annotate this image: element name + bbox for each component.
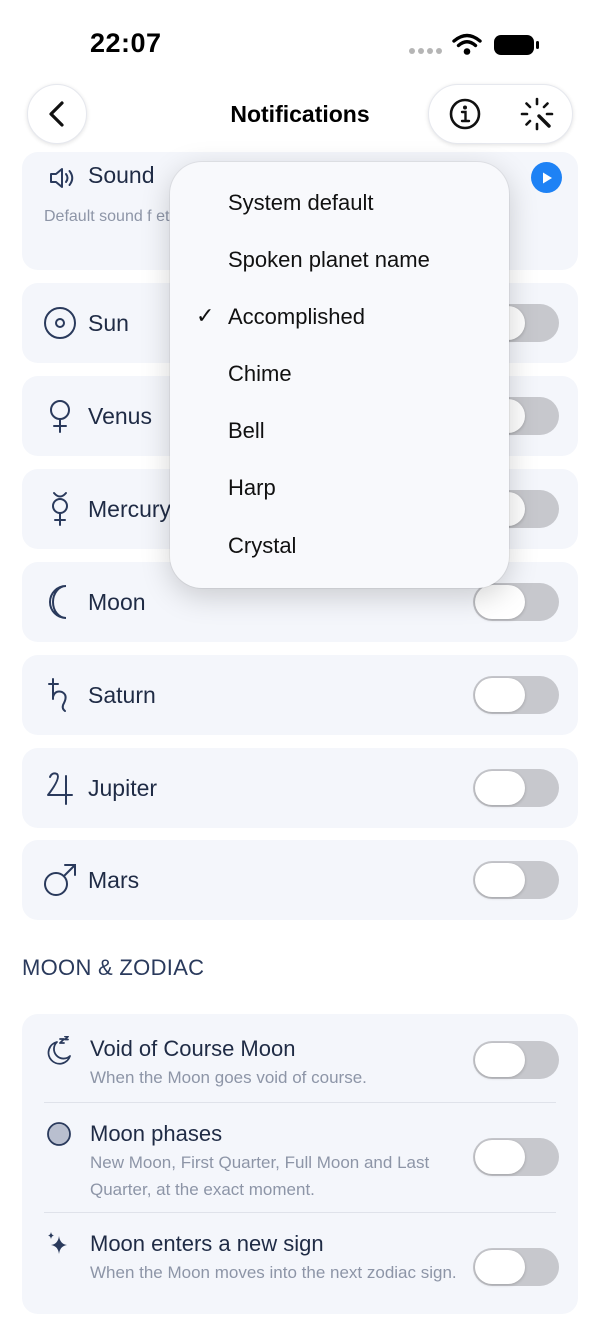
menu-item-label: Crystal (228, 533, 297, 558)
sparkles-icon (44, 1229, 74, 1259)
cellular-signal-icon (409, 48, 442, 54)
venus-symbol-icon (42, 398, 78, 434)
planet-label: Saturn (88, 682, 156, 708)
moon-toggle[interactable] (473, 583, 559, 621)
menu-item-label: Harp (228, 475, 276, 500)
planet-label: Sun (88, 310, 129, 336)
navigation-bar: Notifications (0, 80, 600, 155)
mz-title: Moon enters a new sign (90, 1231, 324, 1256)
sun-symbol-icon (42, 305, 78, 341)
mz-title: Moon phases (90, 1121, 223, 1146)
moon-symbol-icon (42, 584, 78, 620)
play-icon (542, 172, 552, 183)
mars-symbol-icon (42, 862, 78, 898)
sleeping-moon-icon (44, 1036, 74, 1066)
mz-description: When the Moon goes void of course. (90, 1068, 367, 1087)
mz-description: When the Moon moves into the next zodiac… (90, 1263, 457, 1282)
planet-label: Mars (88, 867, 140, 893)
speaker-icon (44, 160, 80, 196)
planet-label: Jupiter (88, 775, 158, 801)
moon-phases-toggle[interactable] (473, 1138, 559, 1176)
mars-toggle[interactable] (473, 861, 559, 899)
menu-item-spoken-planet-name[interactable]: Spoken planet name (170, 232, 509, 289)
menu-item-harp[interactable]: Harp (170, 460, 509, 517)
void-of-course-row: Void of Course Moon When the Moon goes v… (22, 1014, 578, 1102)
status-time: 22:07 (90, 28, 162, 58)
planet-row-mars: Mars (22, 840, 578, 920)
mz-description: New Moon, First Quarter, Full Moon and L… (90, 1153, 430, 1199)
status-bar: 22:07 (0, 0, 600, 80)
void-of-course-toggle[interactable] (473, 1041, 559, 1079)
section-header-moon-zodiac: MOON & ZODIAC (22, 955, 205, 980)
menu-item-label: Chime (228, 361, 292, 386)
menu-item-label: Accomplished (228, 304, 365, 329)
moon-zodiac-card: Void of Course Moon When the Moon goes v… (22, 1014, 578, 1314)
moon-sign-row: Moon enters a new sign When the Moon mov… (22, 1213, 578, 1323)
sound-title: Sound (88, 162, 155, 188)
moon-sign-toggle[interactable] (473, 1248, 559, 1286)
menu-item-label: System default (228, 190, 374, 215)
wifi-icon (452, 33, 482, 48)
menu-item-label: Spoken planet name (228, 247, 430, 272)
menu-item-chime[interactable]: Chime (170, 346, 509, 403)
info-icon (449, 98, 481, 130)
mz-title: Void of Course Moon (90, 1036, 296, 1061)
moon-disc-icon (44, 1119, 74, 1149)
magic-wand-icon (520, 97, 554, 131)
magic-wand-button[interactable] (501, 85, 573, 143)
planet-row-jupiter: Jupiter (22, 748, 578, 828)
saturn-toggle[interactable] (473, 676, 559, 714)
saturn-symbol-icon (42, 677, 78, 713)
menu-item-label: Bell (228, 418, 265, 443)
planet-label: Mercury (88, 496, 172, 522)
menu-item-bell[interactable]: Bell (170, 403, 509, 460)
nav-actions (428, 84, 573, 144)
menu-item-accomplished[interactable]: ✓ Accomplished (170, 289, 509, 346)
status-icons (408, 30, 548, 60)
info-button[interactable] (429, 85, 501, 143)
battery-icon (494, 35, 539, 55)
moon-phases-row: Moon phases New Moon, First Quarter, Ful… (22, 1103, 578, 1211)
mercury-symbol-icon (42, 491, 78, 527)
sound-options-menu: System default Spoken planet name ✓ Acco… (170, 162, 509, 588)
planet-row-saturn: Saturn (22, 655, 578, 735)
planet-label: Venus (88, 403, 152, 429)
planet-label: Moon (88, 589, 146, 615)
menu-item-system-default[interactable]: System default (170, 175, 509, 232)
jupiter-toggle[interactable] (473, 769, 559, 807)
checkmark-icon: ✓ (196, 303, 215, 328)
jupiter-symbol-icon (42, 770, 78, 806)
menu-item-crystal[interactable]: Crystal (170, 518, 509, 575)
play-sound-button[interactable] (531, 162, 562, 193)
